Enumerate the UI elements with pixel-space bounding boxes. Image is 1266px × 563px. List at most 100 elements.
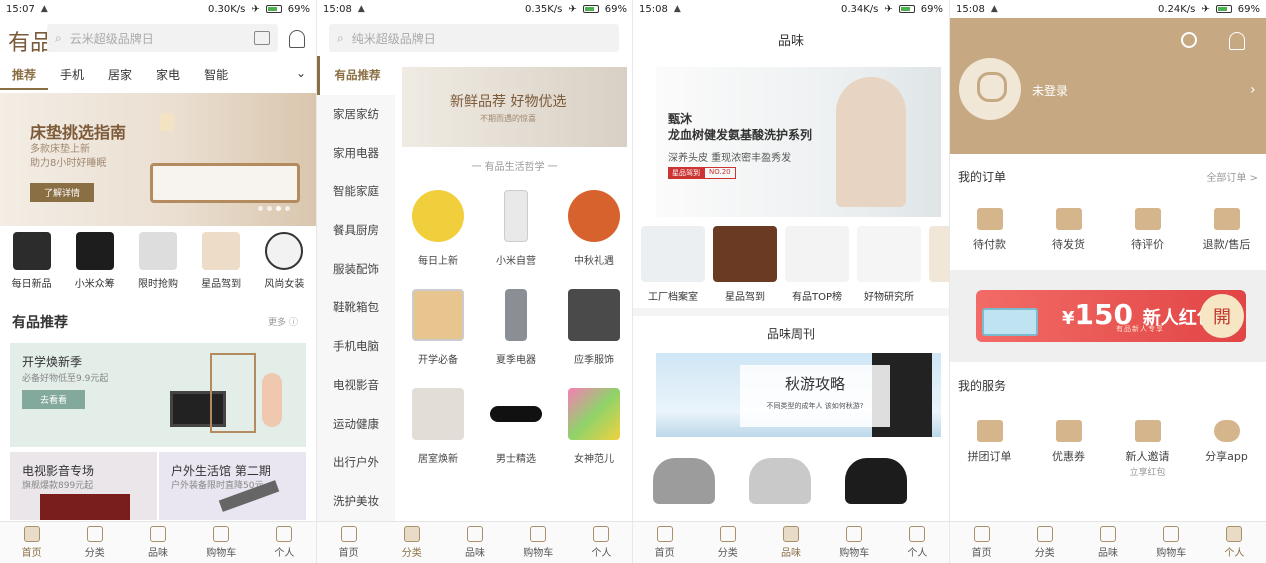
- go-button[interactable]: 去看看: [22, 390, 86, 409]
- tab-home[interactable]: 首页: [317, 522, 380, 563]
- avatar[interactable]: [959, 58, 1021, 120]
- sidebar-item[interactable]: 鞋靴箱包: [317, 288, 395, 327]
- home-banner[interactable]: 床垫挑选指南 多款床垫上新 助力8小时好睡眠 了解详情: [0, 93, 316, 226]
- scan-icon[interactable]: [254, 31, 270, 45]
- sidebar-item[interactable]: 电视影音: [317, 366, 395, 405]
- sidebar-item[interactable]: 餐具厨房: [317, 211, 395, 250]
- sneaker-image[interactable]: [749, 458, 811, 504]
- sidebar-item[interactable]: 运动健康: [317, 404, 395, 443]
- sidebar-item[interactable]: 洗护美妆: [317, 482, 395, 521]
- promo-card-back-to-school[interactable]: 开学焕新季 必备好物低至9.9元起 去看看: [10, 343, 306, 447]
- tab-cart[interactable]: 购物车: [823, 522, 886, 563]
- promo-card-outdoor[interactable]: 户外生活馆 第二期 户外装备限时直降50元: [159, 452, 306, 520]
- grid-item[interactable]: 每日上新: [399, 190, 477, 267]
- open-button[interactable]: 開: [1200, 294, 1244, 338]
- grid-item[interactable]: 中秋礼遇: [555, 190, 633, 267]
- tab-profile[interactable]: 个人: [253, 522, 316, 563]
- person-icon: [276, 526, 293, 542]
- sidebar-item-recommend[interactable]: 有品推荐: [317, 56, 395, 95]
- quick-star-product[interactable]: 星品驾到: [201, 232, 241, 290]
- bell-icon[interactable]: [1229, 32, 1245, 50]
- tab-taste[interactable]: 品味: [126, 522, 189, 563]
- tab-taste[interactable]: 品味: [1076, 522, 1139, 563]
- grid-item[interactable]: 男士精选: [477, 388, 555, 465]
- loafer-image[interactable]: [653, 458, 715, 504]
- order-shortcuts: 待付款 待发货 待评价 退款/售后: [950, 208, 1266, 252]
- dress-shoe-image[interactable]: [845, 458, 907, 504]
- tab-category[interactable]: 分类: [63, 522, 126, 563]
- sidebar-item[interactable]: 出行户外: [317, 443, 395, 482]
- tile-lab[interactable]: 好物研究所: [857, 226, 921, 303]
- quick-flash-sale[interactable]: 限时抢购: [138, 232, 178, 290]
- quick-crowdfunding[interactable]: 小米众筹: [75, 232, 115, 290]
- share-app[interactable]: 分享app: [1189, 420, 1265, 478]
- search-bar[interactable]: ⌕ 云米超级品牌日: [47, 24, 278, 52]
- tab-smart[interactable]: 智能: [192, 62, 240, 90]
- login-label[interactable]: 未登录: [1032, 82, 1068, 99]
- order-pending-payment[interactable]: 待付款: [952, 208, 1028, 252]
- chevron-down-icon[interactable]: ⌄: [286, 62, 316, 90]
- gear-icon[interactable]: [1181, 32, 1197, 48]
- bell-icon[interactable]: [289, 30, 305, 48]
- tab-profile[interactable]: 个人: [1203, 522, 1266, 563]
- sidebar-item[interactable]: 家居家纺: [317, 95, 395, 134]
- tab-taste[interactable]: 品味: [759, 522, 822, 563]
- search-bar[interactable]: ⌕ 纯米超级品牌日: [329, 24, 619, 52]
- tab-cart[interactable]: 购物车: [190, 522, 253, 563]
- all-orders-link[interactable]: 全部订单 >: [1206, 169, 1258, 184]
- tab-profile[interactable]: 个人: [570, 522, 633, 563]
- invite[interactable]: 新人邀请 立享红包: [1110, 420, 1186, 478]
- tab-category[interactable]: 分类: [380, 522, 443, 563]
- tile-more[interactable]: 品: [929, 226, 949, 303]
- hero-banner[interactable]: 甄沐 龙血树健发氨基酸洗护系列 深养头皮 重现浓密丰盈秀发 星品驾到 NO.20: [656, 67, 941, 217]
- network-speed: 0.30K/s: [207, 3, 246, 15]
- order-pending-ship[interactable]: 待发货: [1031, 208, 1107, 252]
- battery-icon: [265, 5, 282, 13]
- sidebar-item[interactable]: 智能家庭: [317, 172, 395, 211]
- grid-item[interactable]: 应季服饰: [555, 289, 633, 366]
- tab-cart[interactable]: 购物车: [1140, 522, 1203, 563]
- coupons[interactable]: 优惠券: [1031, 420, 1107, 478]
- chevron-right-icon[interactable]: ›: [1250, 82, 1256, 98]
- tab-home[interactable]: 首页: [0, 522, 63, 563]
- home-screen: 15:07 ▲ 0.30K/s ✈ 69% 有品 ⌕ 云米超级品牌日 推荐 手机 居家…: [0, 0, 316, 563]
- tile-top[interactable]: 有品TOP榜: [785, 226, 849, 303]
- tile-star[interactable]: 星品驾到: [713, 226, 777, 303]
- grid-item[interactable]: 居室焕新: [399, 388, 477, 465]
- tab-category[interactable]: 分类: [696, 522, 759, 563]
- tab-home[interactable]: 居家: [96, 62, 144, 90]
- banner-button[interactable]: 了解详情: [30, 183, 95, 202]
- crab-image: [568, 190, 620, 242]
- new-user-promo[interactable]: ¥150 新人红包 有品新人专享 開: [950, 270, 1266, 362]
- quick-daily-new[interactable]: 每日新品: [12, 232, 52, 290]
- cart-icon: [846, 526, 863, 542]
- tab-home[interactable]: 首页: [633, 522, 696, 563]
- sidebar-item[interactable]: 服装配饰: [317, 249, 395, 288]
- tab-recommend[interactable]: 推荐: [0, 62, 49, 90]
- sidebar-item[interactable]: 家用电器: [317, 133, 395, 172]
- tab-category[interactable]: 分类: [1013, 522, 1076, 563]
- air-purifier-image: [504, 190, 528, 242]
- quick-women-fashion[interactable]: 风尚女装: [264, 232, 304, 290]
- massage-chair-image: [412, 388, 464, 440]
- tab-phone[interactable]: 手机: [48, 62, 96, 90]
- grid-item[interactable]: 夏季电器: [477, 289, 555, 366]
- group-buy-orders[interactable]: 拼团订单: [952, 420, 1028, 478]
- grid-item[interactable]: 开学必备: [399, 289, 477, 366]
- sidebar-item[interactable]: 手机电脑: [317, 327, 395, 366]
- tab-home[interactable]: 首页: [950, 522, 1013, 563]
- order-pending-review[interactable]: 待评价: [1110, 208, 1186, 252]
- category-banner[interactable]: 新鲜品荐 好物优选 不期而遇的惊喜: [402, 67, 627, 147]
- tab-taste[interactable]: 品味: [443, 522, 506, 563]
- grid-item[interactable]: 小米自营: [477, 190, 555, 267]
- search-icon: ⌕: [55, 30, 62, 45]
- tab-appliance[interactable]: 家电: [144, 62, 192, 90]
- tab-cart[interactable]: 购物车: [507, 522, 570, 563]
- grid-item[interactable]: 女神范儿: [555, 388, 633, 465]
- tile-factory[interactable]: 工厂档案室: [641, 226, 705, 303]
- weekly-article[interactable]: 秋游攻略 不同类型的成年人 该如何秋游?: [656, 353, 941, 437]
- tab-profile[interactable]: 个人: [886, 522, 949, 563]
- more-link[interactable]: 更多 ⓘ: [268, 315, 298, 328]
- order-refund[interactable]: 退款/售后: [1189, 208, 1265, 252]
- promo-card-tv[interactable]: 电视影音专场 旗舰爆款899元起: [10, 452, 157, 520]
